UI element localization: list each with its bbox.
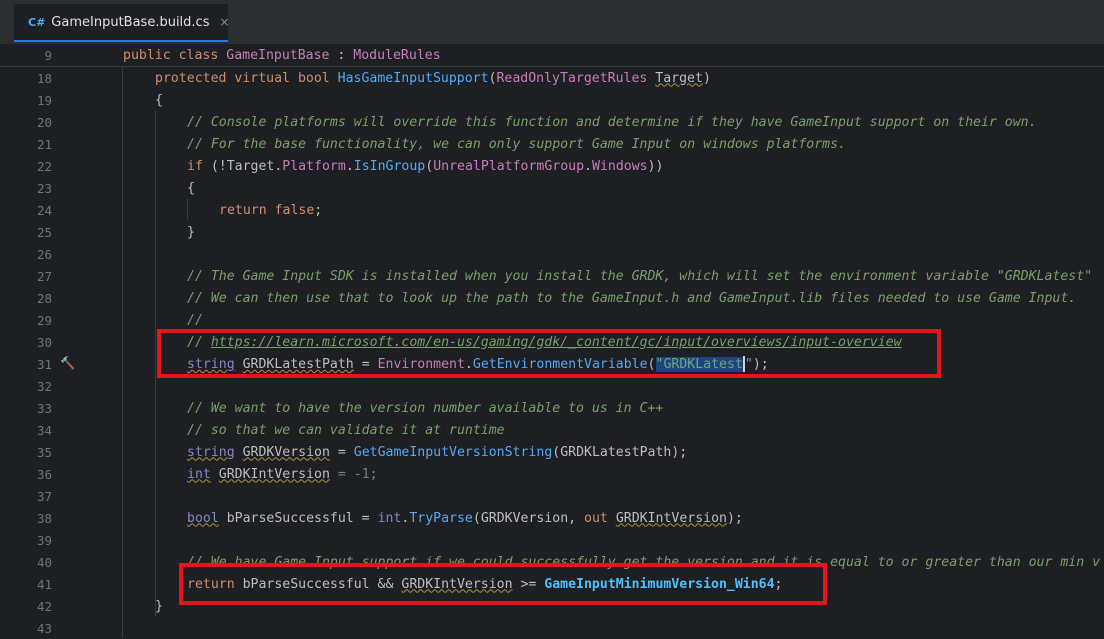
code-line-23: 23 { bbox=[36, 180, 195, 196]
csharp-file-icon: C# bbox=[28, 15, 46, 29]
code-line-36: 36 int GRDKIntVersion = -1; bbox=[36, 466, 378, 482]
code-line-33: 33 // We want to have the version number… bbox=[36, 400, 664, 416]
code-line-27: 27 // The Game Input SDK is installed wh… bbox=[36, 268, 1093, 284]
code-line: public class GameInputBase : ModuleRules bbox=[123, 47, 441, 63]
sticky-class-header[interactable]: 9 public class GameInputBase : ModuleRul… bbox=[0, 44, 1104, 67]
code-line-20: 20 // Console platforms will override th… bbox=[36, 114, 1037, 130]
code-line-39: 39 bbox=[36, 532, 52, 548]
tab-title: GameInputBase.build.cs bbox=[51, 14, 210, 30]
code-line-38: 38 bool bParseSuccessful = int.TryParse(… bbox=[36, 510, 743, 526]
code-line-28: 28 // We can then use that to look up th… bbox=[36, 290, 1077, 306]
code-line-43: 43 bbox=[36, 620, 52, 636]
code-line-25: 25 } bbox=[36, 224, 195, 240]
code-line-34: 34 // so that we can validate it at runt… bbox=[36, 422, 505, 438]
code-line-18: 18 protected virtual bool HasGameInputSu… bbox=[0, 67, 1104, 89]
code-line-32: 32 bbox=[36, 378, 52, 394]
tab-gameinputbase-build-cs[interactable]: C# GameInputBase.build.cs × bbox=[14, 4, 230, 42]
code-line-21: 21 // For the base functionality, we can… bbox=[36, 136, 846, 152]
code-line-19: 19 { bbox=[36, 92, 163, 108]
line-number: 18 bbox=[36, 70, 52, 86]
code-editor[interactable]: 9 public class GameInputBase : ModuleRul… bbox=[0, 44, 1104, 638]
close-icon[interactable]: × bbox=[219, 15, 229, 29]
code-line-22: 22 if (!Target.Platform.IsInGroup(Unreal… bbox=[36, 158, 664, 174]
line-number: 9 bbox=[44, 47, 52, 63]
code-line-29: 29 // bbox=[36, 312, 203, 328]
code-line-24: 24 return false; bbox=[36, 202, 323, 218]
highlight-box-env-variable bbox=[157, 329, 941, 378]
code-line-26: 26 bbox=[36, 246, 52, 262]
highlight-box-return-statement bbox=[179, 563, 827, 605]
hammer-icon[interactable]: 🔨 bbox=[60, 356, 75, 370]
code-line-35: 35 string GRDKVersion = GetGameInputVers… bbox=[36, 444, 688, 460]
code-line-37: 37 bbox=[36, 488, 52, 504]
editor-tab-bar: C# GameInputBase.build.cs × bbox=[0, 0, 1104, 45]
